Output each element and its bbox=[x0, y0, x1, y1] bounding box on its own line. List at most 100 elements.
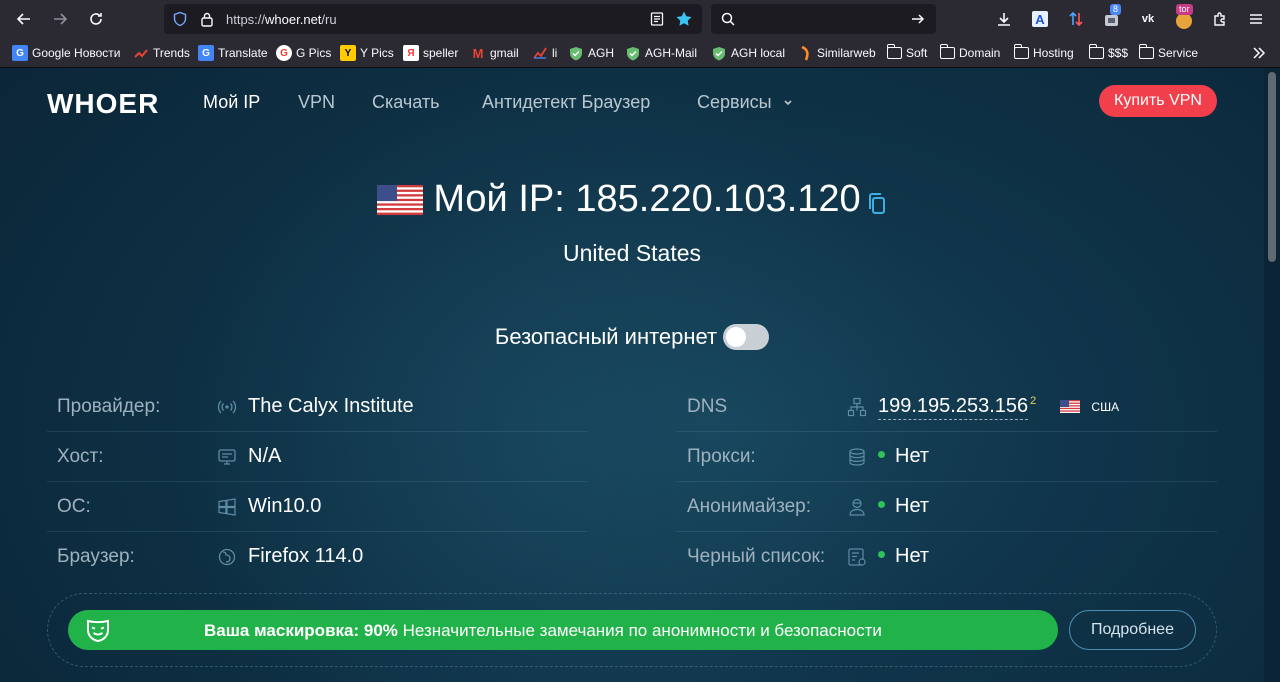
copy-icon[interactable] bbox=[867, 192, 887, 216]
browser-toolbar: https://whoer.net/ru A 8 vk tor bbox=[0, 0, 1280, 38]
bookmarks-bar: G Google Новости Trends G Translate G G Pic… bbox=[0, 38, 1280, 68]
bookmark-label: Domain bbox=[959, 46, 1001, 60]
ip-address[interactable]: 185.220.103.120 bbox=[575, 178, 860, 220]
extensions-button[interactable] bbox=[1208, 7, 1232, 31]
arrow-right-icon bbox=[54, 13, 68, 25]
nav-antidetect-browser[interactable]: Антидетект Браузер bbox=[482, 92, 650, 113]
page-scrollbar[interactable] bbox=[1264, 68, 1280, 682]
reader-view-icon[interactable] bbox=[650, 12, 664, 26]
download-icon bbox=[998, 13, 1010, 26]
chart-icon bbox=[532, 45, 548, 61]
bookmark-y-pics[interactable]: Y Y Pics bbox=[340, 44, 394, 62]
network-icon bbox=[847, 397, 867, 417]
info-row-os: ОС: Win10.0 bbox=[47, 482, 587, 532]
menu-button[interactable] bbox=[1244, 7, 1268, 31]
nav-vpn[interactable]: VPN bbox=[298, 92, 335, 113]
bookmarks-overflow-button[interactable] bbox=[1252, 44, 1266, 62]
disguise-score: Ваша маскировка: 90% bbox=[204, 621, 398, 640]
bookmark-label: Service bbox=[1158, 46, 1199, 60]
nav-services[interactable]: Сервисы bbox=[697, 92, 793, 113]
info-row-anonymizer: Анонимайзер: Нет bbox=[677, 482, 1217, 532]
status-dot bbox=[878, 551, 885, 559]
host-value: N/A bbox=[248, 445, 282, 467]
dns-value[interactable]: 199.195.253.156 bbox=[878, 395, 1029, 420]
info-row-blacklist: Черный список: Нет bbox=[677, 532, 1217, 582]
database-icon bbox=[849, 448, 865, 466]
bookmark-agh-mail[interactable]: AGH-Mail bbox=[625, 44, 697, 62]
reload-button[interactable] bbox=[82, 5, 110, 33]
extension-badge-button[interactable]: 8 bbox=[1100, 4, 1124, 31]
site-logo[interactable]: WHOER bbox=[47, 88, 159, 120]
bookmark-label: G Pics bbox=[296, 46, 332, 60]
bookmark-label: Trends bbox=[153, 46, 190, 60]
yandex-icon: Я bbox=[403, 45, 419, 61]
bookmark-folder-soft[interactable]: Soft bbox=[886, 44, 927, 62]
bookmark-label: AGH-Mail bbox=[645, 46, 698, 60]
back-button[interactable] bbox=[10, 5, 38, 33]
bookmark-label: Y Pics bbox=[360, 46, 394, 60]
bookmark-g-pics[interactable]: G G Pics bbox=[276, 44, 331, 62]
safe-internet-toggle[interactable] bbox=[723, 324, 770, 350]
dns-value-group: 199.195.253.156 2 США bbox=[878, 395, 1120, 420]
disguise-bar: Ваша маскировка: 90% Незначительные заме… bbox=[68, 610, 1058, 650]
url-scheme: https:// bbox=[226, 12, 266, 27]
extension-count-badge: 8 bbox=[1110, 4, 1122, 15]
info-row-host: Хост: N/A bbox=[47, 432, 587, 482]
nav-my-ip[interactable]: Мой IP bbox=[203, 92, 260, 113]
bookmark-label: Hosting bbox=[1033, 46, 1074, 60]
bookmark-folder-hosting[interactable]: Hosting bbox=[1013, 44, 1074, 62]
bookmark-trends[interactable]: Trends bbox=[133, 44, 190, 62]
sort-extension-button[interactable] bbox=[1064, 7, 1088, 31]
downloads-button[interactable] bbox=[992, 7, 1016, 31]
bookmark-li[interactable]: li bbox=[532, 44, 557, 62]
forward-button[interactable] bbox=[46, 5, 74, 33]
yandex-pics-icon: Y bbox=[340, 45, 356, 61]
bookmark-speller[interactable]: Яspeller bbox=[403, 44, 458, 62]
nav-download[interactable]: Скачать bbox=[372, 92, 440, 113]
tor-extension-button[interactable]: tor bbox=[1172, 4, 1196, 31]
user-icon bbox=[849, 498, 865, 516]
vk-extension-button[interactable]: vk bbox=[1136, 7, 1160, 31]
us-flag-icon bbox=[377, 184, 424, 215]
bookmark-star-icon[interactable] bbox=[675, 10, 693, 28]
bookmark-agh[interactable]: AGH bbox=[568, 44, 614, 62]
host-label: Хост: bbox=[57, 446, 104, 467]
bookmark-folder-money[interactable]: $$$ bbox=[1088, 44, 1128, 62]
url-host: whoer.net bbox=[265, 12, 322, 27]
adguard-shield-icon bbox=[625, 45, 641, 61]
server-icon bbox=[218, 449, 236, 465]
bookmark-label: gmail bbox=[490, 46, 519, 60]
bookmark-folder-domain[interactable]: Domain bbox=[939, 44, 1001, 62]
more-details-button[interactable]: Подробнее bbox=[1069, 610, 1196, 650]
bookmark-gmail[interactable]: Mgmail bbox=[470, 44, 519, 62]
address-bar[interactable]: https://whoer.net/ru bbox=[164, 4, 702, 34]
bookmark-agh-local[interactable]: AGH local bbox=[711, 44, 785, 62]
bookmark-folder-service[interactable]: Service bbox=[1138, 44, 1199, 62]
puzzle-icon bbox=[1214, 12, 1225, 26]
lock-icon[interactable] bbox=[200, 11, 214, 27]
buy-vpn-button[interactable]: Купить VPN bbox=[1099, 85, 1217, 117]
vk-icon: vk bbox=[1141, 13, 1155, 25]
os-value: Win10.0 bbox=[248, 495, 322, 517]
page-content: WHOER Мой IP VPN Скачать Антидетект Брау… bbox=[0, 68, 1264, 682]
google-news-icon: G bbox=[12, 45, 28, 61]
go-arrow-icon[interactable] bbox=[911, 12, 925, 26]
hamburger-icon bbox=[1250, 14, 1262, 24]
folder-icon bbox=[1088, 44, 1104, 59]
browser-value: Firefox 114.0 bbox=[248, 545, 364, 567]
scrollbar-thumb[interactable] bbox=[1268, 72, 1276, 262]
shield-icon[interactable] bbox=[172, 11, 188, 27]
search-bar[interactable] bbox=[711, 4, 936, 34]
bookmark-google-news[interactable]: G Google Новости bbox=[12, 44, 120, 62]
folder-icon bbox=[1013, 44, 1029, 59]
translate-extension-button[interactable]: A bbox=[1028, 7, 1052, 31]
url-text[interactable]: https://whoer.net/ru bbox=[226, 12, 337, 27]
nav-services-label: Сервисы bbox=[697, 92, 772, 112]
disguise-note: Незначительные замечания по анонимности … bbox=[402, 621, 882, 640]
dns-label: DNS bbox=[687, 396, 728, 417]
bookmark-similarweb[interactable]: Similarweb bbox=[797, 44, 876, 62]
similarweb-icon bbox=[797, 45, 813, 61]
bookmark-label: li bbox=[552, 46, 558, 60]
dns-country: США bbox=[1091, 399, 1120, 414]
bookmark-translate[interactable]: G Translate bbox=[198, 44, 268, 62]
